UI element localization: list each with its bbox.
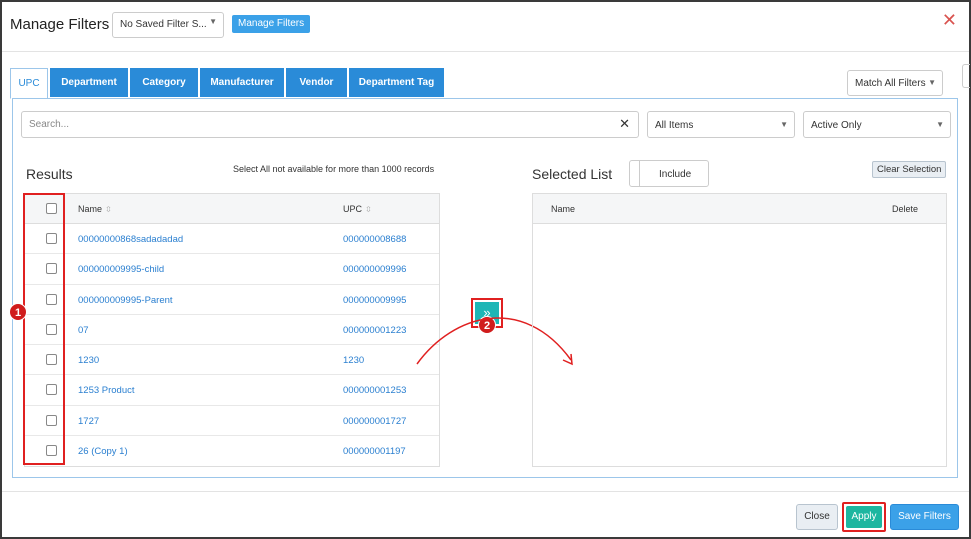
selected-list-heading: Selected List xyxy=(532,166,613,182)
status-select-value: Active Only xyxy=(811,120,862,131)
search-input[interactable]: Search... ✕ xyxy=(21,111,639,138)
tab-vendor[interactable]: Vendor xyxy=(286,68,347,97)
selected-table: Name Delete xyxy=(532,193,947,467)
modal-footer: Close Apply Save Filters xyxy=(2,491,969,539)
selected-table-header: Name Delete xyxy=(533,194,946,224)
include-toggle[interactable]: Include xyxy=(629,160,709,187)
tab-upc[interactable]: UPC xyxy=(10,68,48,99)
step-badge-1: 1 xyxy=(9,303,27,321)
row-upc-link[interactable]: 000000001253 xyxy=(343,385,406,396)
row-upc-link[interactable]: 000000009995 xyxy=(343,295,406,306)
close-icon[interactable]: ✕ xyxy=(942,10,957,31)
save-filters-button[interactable]: Save Filters xyxy=(890,504,959,530)
select-all-note: Select All not available for more than 1… xyxy=(233,164,435,174)
saved-filter-value: No Saved Filter S... xyxy=(120,19,207,30)
filter-tabs: UPC Department Category Manufacturer Ven… xyxy=(10,68,446,99)
row-name-link[interactable]: 1727 xyxy=(78,416,99,427)
name-column-header[interactable]: Name ⇳ xyxy=(78,204,112,214)
tab-department-tag[interactable]: Department Tag xyxy=(349,68,444,97)
caret-down-icon: ▼ xyxy=(936,120,944,129)
toggle-knob xyxy=(630,161,640,186)
tab-manufacturer[interactable]: Manufacturer xyxy=(200,68,284,97)
row-name-link[interactable]: 07 xyxy=(78,325,89,336)
modal-title: Manage Filters xyxy=(10,16,110,33)
status-select[interactable]: Active Only ▼ xyxy=(803,111,951,138)
match-filters-select[interactable]: Match All Filters ▼ xyxy=(847,70,943,96)
table-row: 26 (Copy 1) 000000001197 xyxy=(25,436,439,466)
filter-panel: Search... ✕ All Items ▼ Active Only ▼ Re… xyxy=(9,98,958,478)
row-name-link[interactable]: 000000009995-Parent xyxy=(78,295,173,306)
tab-department[interactable]: Department xyxy=(50,68,128,97)
row-name-link[interactable]: 000000009995-child xyxy=(78,264,164,275)
items-select-value: All Items xyxy=(655,120,694,131)
selected-name-header: Name xyxy=(551,204,576,214)
checkbox-highlight-box xyxy=(23,193,65,465)
clear-search-icon[interactable]: ✕ xyxy=(619,116,630,132)
row-upc-link[interactable]: 000000001727 xyxy=(343,416,406,427)
results-table-header: Name ⇳ UPC ⇳ xyxy=(25,194,439,224)
match-filters-value: Match All Filters xyxy=(855,78,926,89)
tab-category[interactable]: Category xyxy=(130,68,198,97)
row-upc-link[interactable]: 000000008688 xyxy=(343,234,406,245)
row-upc-link[interactable]: 000000001223 xyxy=(343,325,406,336)
row-upc-link[interactable]: 000000009996 xyxy=(343,264,406,275)
results-heading: Results xyxy=(26,166,73,182)
side-panel-handle[interactable] xyxy=(962,64,970,88)
sort-icon: ⇳ xyxy=(105,205,112,214)
results-table: Name ⇳ UPC ⇳ 00000000868sadadadad 000000008… xyxy=(24,193,440,467)
manage-filters-button[interactable]: Manage Filters xyxy=(232,15,311,33)
search-placeholder: Search... xyxy=(29,119,70,130)
caret-down-icon: ▼ xyxy=(780,120,788,129)
table-row: 000000009995-child 000000009996 xyxy=(25,254,439,285)
upc-column-header[interactable]: UPC ⇳ xyxy=(343,204,372,214)
table-row: 1727 000000001727 xyxy=(25,406,439,437)
sort-icon: ⇳ xyxy=(365,205,372,214)
row-name-link[interactable]: 00000000868sadadadad xyxy=(78,234,183,245)
table-row: 1253 Product 000000001253 xyxy=(25,375,439,406)
table-row: 07 000000001223 xyxy=(25,315,439,346)
modal-frame: Manage Filters No Saved Filter S... ▼ Ma… xyxy=(0,0,971,539)
table-row: 00000000868sadadadad 000000008688 xyxy=(25,224,439,255)
modal-header: Manage Filters No Saved Filter S... ▼ Ma… xyxy=(2,2,969,52)
table-row: 000000009995-Parent 000000009995 xyxy=(25,285,439,315)
include-label: Include xyxy=(659,169,692,180)
apply-button-highlight: Apply xyxy=(842,502,886,532)
table-row: 1230 1230 xyxy=(25,345,439,376)
items-select[interactable]: All Items ▼ xyxy=(647,111,795,138)
row-upc-link[interactable]: 1230 xyxy=(343,355,364,366)
row-name-link[interactable]: 1253 Product xyxy=(78,385,135,396)
clear-selection-button[interactable]: Clear Selection xyxy=(872,161,947,178)
close-button[interactable]: Close xyxy=(796,504,838,530)
row-upc-link[interactable]: 000000001197 xyxy=(343,446,406,457)
apply-button[interactable]: Apply xyxy=(846,506,882,528)
caret-down-icon: ▼ xyxy=(209,17,217,26)
saved-filter-select[interactable]: No Saved Filter S... ▼ xyxy=(112,12,224,38)
caret-down-icon: ▼ xyxy=(928,78,936,87)
selected-delete-header: Delete xyxy=(891,204,918,214)
row-name-link[interactable]: 1230 xyxy=(78,355,99,366)
row-name-link[interactable]: 26 (Copy 1) xyxy=(78,446,128,457)
